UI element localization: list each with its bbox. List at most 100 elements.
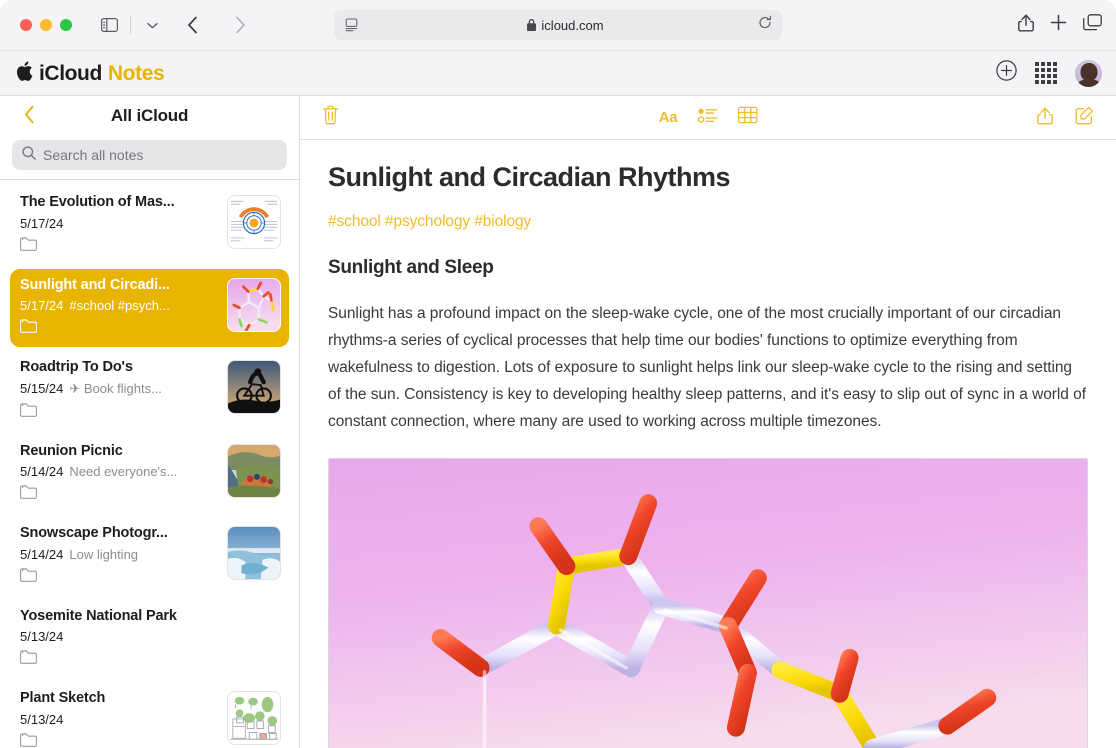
note-item-meta: 5/13/24 xyxy=(20,712,221,727)
browser-actions xyxy=(1018,13,1102,37)
note-item-main: Roadtrip To Do's 5/15/24 ✈ Book flights... xyxy=(20,358,227,422)
folder-icon xyxy=(20,403,221,422)
note-item-date: 5/17/24 xyxy=(20,216,63,231)
folder-icon xyxy=(20,319,221,338)
note-item-main: Reunion Picnic 5/14/24Need everyone's... xyxy=(20,442,227,505)
brand-icloud-label: iCloud xyxy=(39,62,102,86)
note-item-date: 5/14/24 xyxy=(20,464,63,479)
trash-icon[interactable] xyxy=(322,105,339,130)
back-arrow-icon[interactable] xyxy=(177,12,207,38)
note-subheading: Sunlight and Sleep xyxy=(328,257,1086,279)
note-title: Sunlight and Circadian Rhythms xyxy=(328,162,1086,193)
reload-icon[interactable] xyxy=(758,16,772,35)
note-list-item[interactable]: Snowscape Photogr... 5/14/24Low lighting xyxy=(10,517,289,596)
note-paragraph: Sunlight has a profound impact on the sl… xyxy=(328,301,1086,436)
share-icon[interactable] xyxy=(1018,13,1034,37)
note-item-meta: 5/14/24Low lighting xyxy=(20,547,221,562)
app-grid-icon[interactable] xyxy=(1035,62,1057,84)
window-controls xyxy=(20,19,72,31)
note-item-date: 5/13/24 xyxy=(20,712,63,727)
note-item-date: 5/17/24 xyxy=(20,298,63,313)
address-bar-container: icloud.com xyxy=(334,10,782,40)
note-list-item[interactable]: Sunlight and Circadi... 5/17/24 #school #p… xyxy=(10,269,289,348)
note-list-item[interactable]: The Evolution of Mas...5/17/24 xyxy=(10,186,289,265)
note-item-snippet: ✈ Book flights... xyxy=(69,381,162,397)
note-item-meta: 5/14/24Need everyone's... xyxy=(20,464,221,479)
note-item-thumbnail xyxy=(227,360,281,414)
minimize-window-button[interactable] xyxy=(40,19,52,31)
search-input[interactable]: Search all notes xyxy=(12,140,287,170)
folder-icon xyxy=(20,733,221,748)
plus-circle-icon[interactable] xyxy=(996,60,1017,86)
note-item-main: Plant Sketch 5/13/24 xyxy=(20,689,227,748)
note-item-main: Yosemite National Park 5/13/24 xyxy=(20,607,281,670)
note-item-title: Reunion Picnic xyxy=(20,442,221,462)
folder-icon xyxy=(20,237,221,256)
compose-icon[interactable] xyxy=(1075,106,1094,130)
main-content: All iCloud Search all notes The Evolutio… xyxy=(0,96,1116,748)
chevron-down-icon[interactable] xyxy=(137,12,167,38)
sidebar-header: All iCloud Search all notes xyxy=(0,96,299,179)
note-item-thumbnail xyxy=(227,195,281,249)
note-editor: Aa xyxy=(300,96,1116,748)
note-list-item[interactable]: Yosemite National Park 5/13/24 xyxy=(10,600,289,679)
reader-view-icon[interactable] xyxy=(344,18,359,32)
lock-icon xyxy=(527,19,536,31)
notes-sidebar: All iCloud Search all notes The Evolutio… xyxy=(0,96,300,748)
close-window-button[interactable] xyxy=(20,19,32,31)
note-image-molecule[interactable] xyxy=(328,458,1088,748)
note-item-main: Snowscape Photogr... 5/14/24Low lighting xyxy=(20,524,227,587)
icloud-brand: iCloud Notes xyxy=(16,60,164,86)
note-item-meta: 5/13/24 xyxy=(20,629,275,644)
note-list-item[interactable]: Roadtrip To Do's 5/15/24 ✈ Book flights... xyxy=(10,351,289,431)
note-item-title: Snowscape Photogr... xyxy=(20,524,221,544)
sidebar-back-button[interactable] xyxy=(18,105,41,128)
note-item-date: 5/13/24 xyxy=(20,629,63,644)
editor-right-tools xyxy=(1037,106,1094,130)
note-item-thumbnail xyxy=(227,691,281,745)
folder-icon xyxy=(20,568,221,587)
note-item-date: 5/14/24 xyxy=(20,547,63,562)
note-item-date: 5/15/24 xyxy=(20,381,63,396)
table-icon[interactable] xyxy=(737,106,757,129)
notes-list[interactable]: The Evolution of Mas...5/17/24 xyxy=(0,179,299,748)
app-header-actions xyxy=(996,60,1102,87)
note-item-main: The Evolution of Mas...5/17/24 xyxy=(20,193,227,256)
note-item-snippet: #school #psych... xyxy=(69,298,169,313)
brand-app-label: Notes xyxy=(108,62,164,86)
url-display: icloud.com xyxy=(359,18,772,33)
note-content[interactable]: Sunlight and Circadian Rhythms #school #… xyxy=(300,140,1116,748)
share-icon[interactable] xyxy=(1037,106,1053,130)
address-bar[interactable]: icloud.com xyxy=(334,10,782,40)
tab-overview-icon[interactable] xyxy=(1083,14,1102,36)
note-tags[interactable]: #school #psychology #biology xyxy=(328,213,1086,231)
note-item-title: Roadtrip To Do's xyxy=(20,358,221,378)
note-item-main: Sunlight and Circadi... 5/17/24 #school #p… xyxy=(20,276,227,339)
browser-window: icloud.com xyxy=(0,0,1116,748)
format-text-button[interactable]: Aa xyxy=(659,109,678,126)
note-item-meta: 5/15/24 ✈ Book flights... xyxy=(20,381,221,397)
browser-toolbar: icloud.com xyxy=(0,0,1116,50)
sidebar-title: All iCloud xyxy=(12,106,287,126)
note-item-meta: 5/17/24 #school #psych... xyxy=(20,298,221,313)
note-item-title: Yosemite National Park xyxy=(20,607,275,627)
note-list-item[interactable]: Plant Sketch 5/13/24 xyxy=(10,682,289,748)
url-text: icloud.com xyxy=(541,18,603,33)
avatar[interactable] xyxy=(1075,60,1102,87)
note-item-title: Plant Sketch xyxy=(20,689,221,709)
sidebar-toggle-icon[interactable] xyxy=(94,12,124,38)
plus-icon[interactable] xyxy=(1050,14,1067,36)
editor-format-tools: Aa xyxy=(659,106,758,129)
note-item-thumbnail xyxy=(227,278,281,332)
maximize-window-button[interactable] xyxy=(60,19,72,31)
note-list-item[interactable]: Reunion Picnic 5/14/24Need everyone's... xyxy=(10,435,289,514)
apple-logo-icon xyxy=(16,61,33,85)
note-item-title: Sunlight and Circadi... xyxy=(20,276,221,296)
folder-icon xyxy=(20,485,221,504)
toolbar-divider xyxy=(130,16,131,34)
editor-toolbar: Aa xyxy=(300,96,1116,140)
search-placeholder: Search all notes xyxy=(43,147,143,163)
forward-arrow-icon[interactable] xyxy=(225,12,255,38)
note-item-thumbnail xyxy=(227,444,281,498)
checklist-icon[interactable] xyxy=(697,107,717,129)
